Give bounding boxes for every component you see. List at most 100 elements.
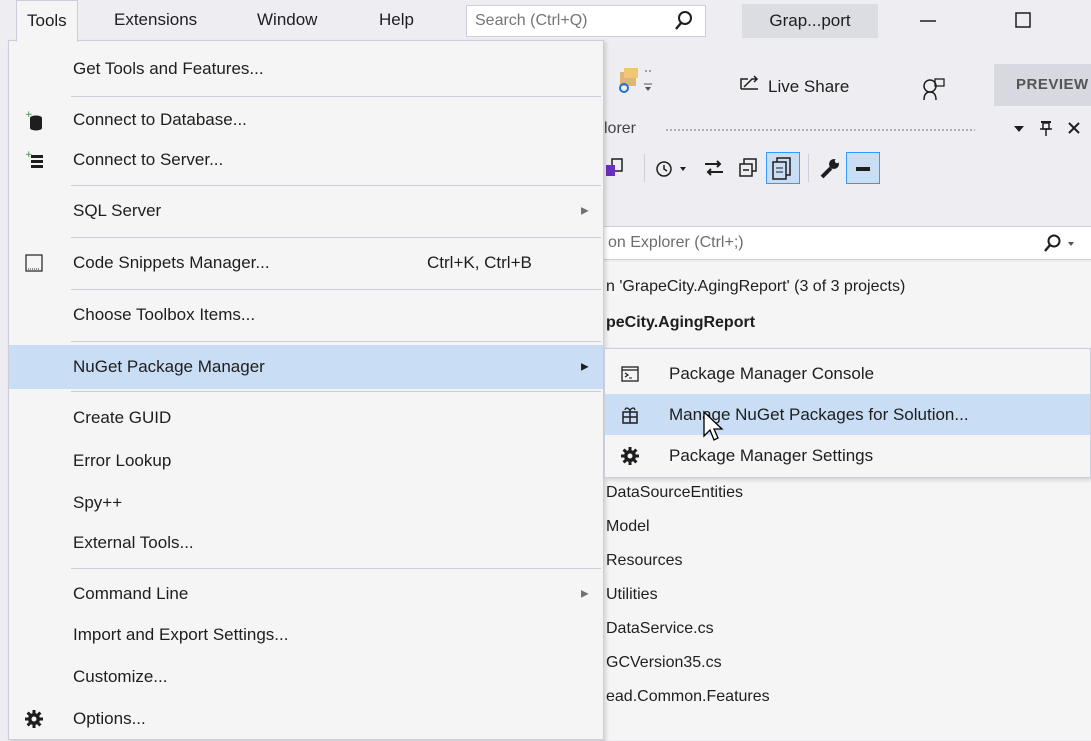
menu-item-shortcut: Ctrl+K, Ctrl+B (427, 253, 532, 272)
switch-views-icon[interactable] (702, 156, 726, 185)
solution-explorer-toolbar (560, 148, 1091, 188)
toolbar-divider (644, 154, 645, 182)
menu-window[interactable]: Window (247, 0, 327, 40)
menu-item-get-tools[interactable]: Get Tools and Features... (9, 47, 603, 91)
menu-item-label: Code Snippets Manager... (73, 253, 270, 272)
search-box[interactable] (466, 5, 706, 37)
menu-separator (71, 341, 601, 342)
menu-item-label: Error Lookup (73, 451, 172, 470)
tree-item[interactable]: ead.Common.Features (606, 688, 770, 706)
menu-separator (71, 289, 601, 290)
search-icon[interactable] (673, 9, 695, 38)
tree-item[interactable]: Model (606, 518, 650, 536)
tree-item[interactable]: DataService.cs (606, 620, 714, 638)
mouse-cursor-icon (702, 410, 726, 451)
menu-item-label: NuGet Package Manager (73, 357, 265, 376)
menu-item-label: Customize... (73, 667, 168, 686)
menu-item-command-line[interactable]: Command Line ▶ (9, 572, 603, 616)
menu-item-connect-server[interactable]: + Connect to Server... (9, 138, 603, 182)
close-icon[interactable] (1066, 119, 1082, 142)
menu-separator (71, 237, 601, 238)
tools-menu: Get Tools and Features... + Connect to D… (8, 40, 604, 740)
menu-extensions[interactable]: Extensions (104, 0, 207, 40)
submenu-arrow-icon: ▶ (581, 361, 589, 373)
menu-item-code-snippets[interactable]: Code Snippets Manager... Ctrl+K, Ctrl+B (9, 241, 603, 285)
tree-item[interactable]: Resources (606, 552, 682, 570)
preview-selected-button[interactable] (846, 152, 880, 184)
maximize-icon (1015, 12, 1031, 28)
solution-explorer-title: lorer (604, 120, 637, 137)
menu-item-toolbox-items[interactable]: Choose Toolbox Items... (9, 293, 603, 337)
menu-item-label: External Tools... (73, 533, 194, 552)
build-icon[interactable] (616, 64, 654, 103)
live-share-label: Live Share (768, 77, 850, 96)
menu-item-label: Connect to Server... (73, 150, 224, 169)
menu-item-label: Choose Toolbox Items... (73, 305, 256, 324)
menu-item-customize[interactable]: Customize... (9, 655, 603, 699)
tree-item-project[interactable]: peCity.AgingReport (606, 314, 755, 332)
menu-item-label: Spy++ (73, 493, 123, 512)
menu-item-label: Get Tools and Features... (73, 59, 264, 78)
menu-item-external-tools[interactable]: External Tools... (9, 521, 603, 565)
menu-separator (71, 185, 601, 186)
title-grip (665, 128, 975, 133)
menu-item-import-export[interactable]: Import and Export Settings... (9, 613, 603, 657)
submenu-item-label: Package Manager Settings (669, 445, 874, 465)
minimize-icon (920, 20, 936, 22)
menu-help[interactable]: Help (369, 0, 424, 40)
submenu-item-package-manager-console[interactable]: Package Manager Console (605, 353, 1090, 394)
tree-item[interactable]: GCVersion35.cs (606, 654, 722, 672)
solution-search-input[interactable]: on Explorer (Ctrl+;) (608, 234, 744, 252)
tree-item[interactable]: Utilities (606, 586, 658, 604)
solution-search-box[interactable]: on Explorer (Ctrl+;) (560, 226, 1091, 260)
menu-item-label: Options... (73, 709, 146, 728)
solution-tree: n 'GrapeCity.AgingReport' (3 of 3 projec… (560, 262, 1091, 740)
menu-item-error-lookup[interactable]: Error Lookup (9, 439, 603, 483)
show-all-files-button[interactable] (766, 152, 800, 184)
nuget-submenu: Package Manager Console Manage NuGet Pac… (604, 348, 1091, 478)
properties-icon[interactable] (818, 156, 842, 185)
dropdown-arrow-icon[interactable] (1012, 121, 1026, 141)
menu-item-label: Command Line (73, 584, 189, 603)
maximize-button[interactable] (1004, 0, 1044, 40)
pending-changes-icon[interactable] (654, 156, 696, 185)
menu-item-label: SQL Server (73, 201, 162, 220)
menu-separator (71, 568, 601, 569)
menu-item-create-guid[interactable]: Create GUID (9, 396, 603, 440)
server-icon: + (23, 149, 45, 171)
menu-item-sql-server[interactable]: SQL Server ▶ (9, 189, 603, 233)
solution-explorer-header: lorer (560, 115, 1091, 145)
preview-button[interactable]: PREVIEW (994, 64, 1091, 106)
submenu-item-label: Package Manager Console (669, 363, 875, 383)
menu-item-label: Create GUID (73, 408, 172, 427)
package-icon (619, 404, 641, 426)
window-title[interactable]: Grap...port (742, 4, 878, 38)
feedback-icon[interactable] (920, 76, 946, 107)
live-share-button[interactable]: Live Share (738, 70, 849, 104)
menu-separator (71, 96, 601, 97)
toolbar-divider (808, 154, 809, 182)
menu-item-spy[interactable]: Spy++ (9, 481, 603, 525)
sync-icon[interactable] (604, 156, 628, 185)
submenu-arrow-icon: ▶ (581, 205, 589, 217)
pin-icon[interactable] (1038, 119, 1054, 142)
menu-item-nuget[interactable]: NuGet Package Manager ▶ (9, 345, 603, 389)
console-icon (619, 363, 641, 385)
tree-item-solution[interactable]: n 'GrapeCity.AgingReport' (3 of 3 projec… (606, 278, 905, 296)
menu-item-label: Import and Export Settings... (73, 625, 289, 644)
search-icon[interactable] (1042, 233, 1082, 260)
menu-item-connect-database[interactable]: + Connect to Database... (9, 98, 603, 142)
tree-item[interactable]: DataSourceEntities (606, 484, 743, 502)
submenu-item-manage-nuget-packages[interactable]: Manage NuGet Packages for Solution... (605, 394, 1090, 435)
collapse-all-icon[interactable] (736, 156, 760, 185)
menu-separator (71, 391, 601, 392)
menu-item-label: Connect to Database... (73, 110, 247, 129)
menu-item-options[interactable]: Options... (9, 697, 603, 741)
show-all-files-icon (772, 157, 791, 180)
submenu-item-package-manager-settings[interactable]: Package Manager Settings (605, 435, 1090, 476)
menu-tools[interactable]: Tools (16, 0, 78, 42)
database-icon: + (23, 109, 45, 131)
gear-icon (23, 708, 45, 730)
search-input[interactable] (467, 6, 667, 36)
minimize-button[interactable] (908, 0, 948, 40)
